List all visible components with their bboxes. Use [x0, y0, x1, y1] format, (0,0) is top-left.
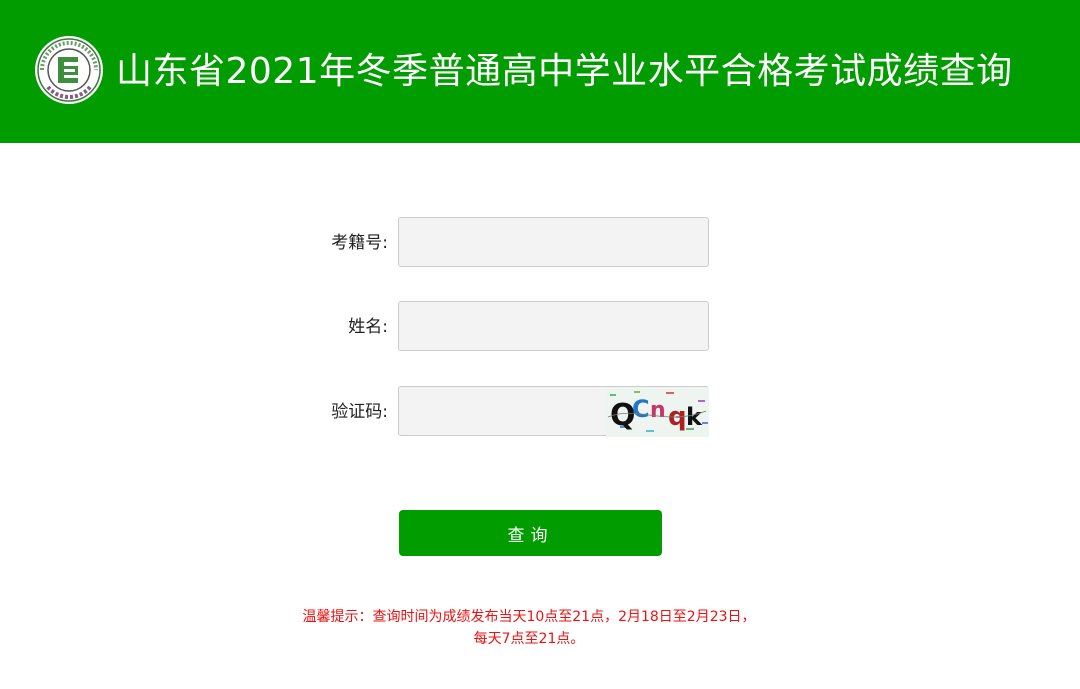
captcha-image[interactable]: Q C n q k: [606, 387, 709, 437]
exam-seal-logo-icon: [35, 36, 103, 104]
exam-id-row: 考籍号:: [0, 217, 1080, 269]
warm-tip-line-1: 温馨提示：查询时间为成绩发布当天10点至21点，2月18日至2月23日，: [302, 609, 756, 625]
name-row: 姓名:: [0, 301, 1080, 353]
captcha-row: 验证码: Q C n q k: [0, 386, 1080, 438]
page-title: 山东省2021年冬季普通高中学业水平合格考试成绩查询: [116, 51, 1013, 92]
warm-tip: 温馨提示：查询时间为成绩发布当天10点至21点，2月18日至2月23日， 每天7…: [0, 606, 1058, 650]
name-label: 姓名:: [348, 317, 388, 337]
exam-id-input[interactable]: [398, 217, 709, 267]
warm-tip-line-2: 每天7点至21点。: [473, 631, 585, 647]
submit-query-button[interactable]: 查询: [399, 510, 662, 556]
captcha-char-3: n: [650, 398, 666, 423]
captcha-label: 验证码:: [331, 402, 388, 422]
header-bar: 山东省2021年冬季普通高中学业水平合格考试成绩查询: [0, 0, 1080, 143]
name-input[interactable]: [398, 301, 709, 351]
captcha-char-5: k: [686, 403, 703, 431]
exam-id-label: 考籍号:: [331, 233, 388, 253]
captcha-char-2: C: [632, 395, 650, 423]
